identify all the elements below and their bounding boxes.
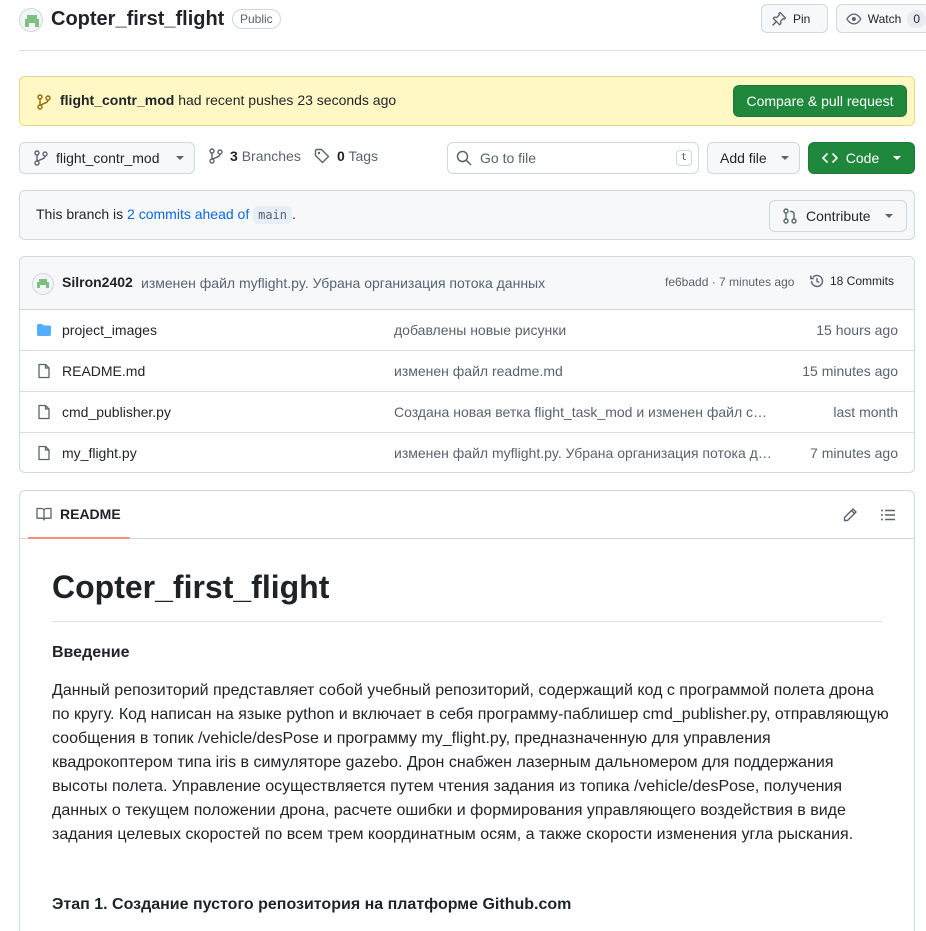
repo-name[interactable]: Copter_first_flight [51, 6, 224, 32]
readme-header: README [20, 491, 914, 539]
file-icon [38, 363, 50, 379]
table-row[interactable]: README.md изменен файл readme.md 15 minu… [20, 351, 914, 392]
active-tab-indicator [28, 537, 130, 539]
readme-title-divider [52, 621, 882, 622]
tag-icon [314, 148, 330, 164]
file-commit-message[interactable]: изменен файл myflight.py. Убрана организ… [394, 445, 774, 461]
banner-branch[interactable]: flight_contr_mod [60, 92, 174, 108]
go-to-file-placeholder: Go to file [480, 150, 537, 166]
branch-status-text: This branch is 2 commits ahead of main. [36, 206, 296, 224]
file-date: last month [833, 404, 898, 420]
readme-tab[interactable]: README [36, 506, 121, 522]
branch-selector[interactable]: flight_contr_mod [19, 142, 195, 174]
go-to-file-input[interactable]: Go to file t [447, 142, 699, 174]
visibility-badge: Public [232, 9, 281, 29]
branches-count: 3 [230, 148, 238, 164]
eye-icon [846, 12, 862, 25]
pin-label: Pin [793, 11, 811, 26]
readme-heading-stage1: Этап 1. Создание пустого репозитория на … [52, 896, 572, 913]
pin-button[interactable]: Pin [761, 4, 828, 33]
readme-intro-paragraph: Данный репозиторий представляет собой уч… [52, 682, 889, 843]
file-icon [38, 445, 50, 461]
add-file-button[interactable]: Add file [707, 142, 800, 174]
watch-label: Watch [867, 11, 902, 26]
branch-status-box: This branch is 2 commits ahead of main. … [19, 190, 915, 240]
watch-count: 0 [907, 9, 926, 28]
readme-tab-label: README [60, 506, 121, 522]
edit-pencil-icon[interactable] [842, 507, 858, 523]
file-commit-message[interactable]: добавлены новые рисунки [394, 322, 774, 338]
contribute-button[interactable]: Contribute [769, 200, 907, 232]
readme-panel: README Copter_first_flight Введение Данн… [19, 490, 915, 931]
outline-list-icon[interactable] [880, 507, 896, 523]
pin-icon [772, 11, 787, 26]
table-row[interactable]: project_images добавлены новые рисунки 1… [20, 310, 914, 351]
recent-push-banner: flight_contr_mod had recent pushes 23 se… [19, 76, 915, 126]
branch-icon [209, 148, 223, 164]
commit-message[interactable]: изменен файл myflight.py. Убрана организ… [141, 275, 545, 291]
table-row[interactable]: my_flight.py изменен файл myflight.py. У… [20, 433, 914, 472]
tags-count: 0 [337, 148, 345, 164]
commits-count: 18 Commits [830, 274, 895, 288]
readme-heading-intro: Введение [52, 644, 130, 661]
book-icon [36, 507, 52, 521]
file-commit-message[interactable]: изменен файл readme.md [394, 363, 774, 379]
shortcut-key: t [675, 150, 692, 166]
chevron-down-icon [884, 214, 893, 218]
branch-status-suffix: . [292, 206, 296, 222]
chevron-down-icon [175, 156, 184, 160]
readme-title: Copter_first_flight [52, 569, 330, 605]
tags-label: Tags [348, 148, 379, 164]
compare-pull-request-button[interactable]: Compare & pull request [733, 85, 907, 117]
branches-label: Branches [241, 148, 301, 164]
file-commit-message[interactable]: Создана новая ветка flight_task_mod и из… [394, 404, 774, 420]
file-table: Silron2402 изменен файл myflight.py. Убр… [19, 256, 915, 473]
watch-button[interactable]: Watch 0 [836, 4, 926, 33]
chevron-down-icon [893, 156, 902, 160]
tags-link[interactable]: 0 Tags [314, 148, 378, 164]
branch-icon [34, 150, 48, 166]
file-name[interactable]: project_images [62, 322, 157, 338]
repo-owner-avatar[interactable] [19, 8, 43, 32]
file-name[interactable]: README.md [62, 363, 145, 379]
author-avatar[interactable] [32, 273, 54, 295]
banner-message: flight_contr_mod had recent pushes 23 se… [60, 92, 396, 108]
history-icon [810, 274, 824, 288]
pull-request-icon [783, 208, 797, 224]
table-row[interactable]: cmd_publisher.py Создана новая ветка fli… [20, 392, 914, 433]
add-file-label: Add file [720, 150, 767, 166]
code-label: Code [845, 150, 880, 166]
branch-icon [37, 94, 51, 110]
commits-ahead-link[interactable]: 2 commits ahead of [127, 206, 249, 222]
file-date: 15 hours ago [816, 322, 898, 338]
banner-text: had recent pushes 23 seconds ago [174, 92, 397, 108]
file-name[interactable]: my_flight.py [62, 445, 137, 461]
contribute-label: Contribute [806, 208, 871, 224]
file-name[interactable]: cmd_publisher.py [62, 404, 171, 420]
header-divider [19, 50, 926, 51]
file-date: 7 minutes ago [810, 445, 898, 461]
base-branch-pill[interactable]: main [253, 206, 293, 224]
branch-status-prefix: This branch is [36, 206, 128, 222]
chevron-down-icon [780, 156, 789, 160]
file-icon [38, 404, 50, 420]
branches-link[interactable]: 3 Branches [209, 148, 301, 164]
branch-selector-label: flight_contr_mod [56, 150, 160, 166]
code-button[interactable]: Code [808, 142, 915, 174]
commit-author[interactable]: Silron2402 [62, 274, 133, 290]
commits-link[interactable]: 18 Commits [809, 273, 894, 289]
commit-meta[interactable]: fe6badd · 7 minutes ago [665, 275, 794, 289]
code-icon [821, 153, 838, 163]
latest-commit-bar: Silron2402 изменен файл myflight.py. Убр… [20, 257, 914, 310]
folder-icon [37, 324, 51, 336]
file-date: 15 minutes ago [802, 363, 898, 379]
search-icon [456, 150, 472, 166]
